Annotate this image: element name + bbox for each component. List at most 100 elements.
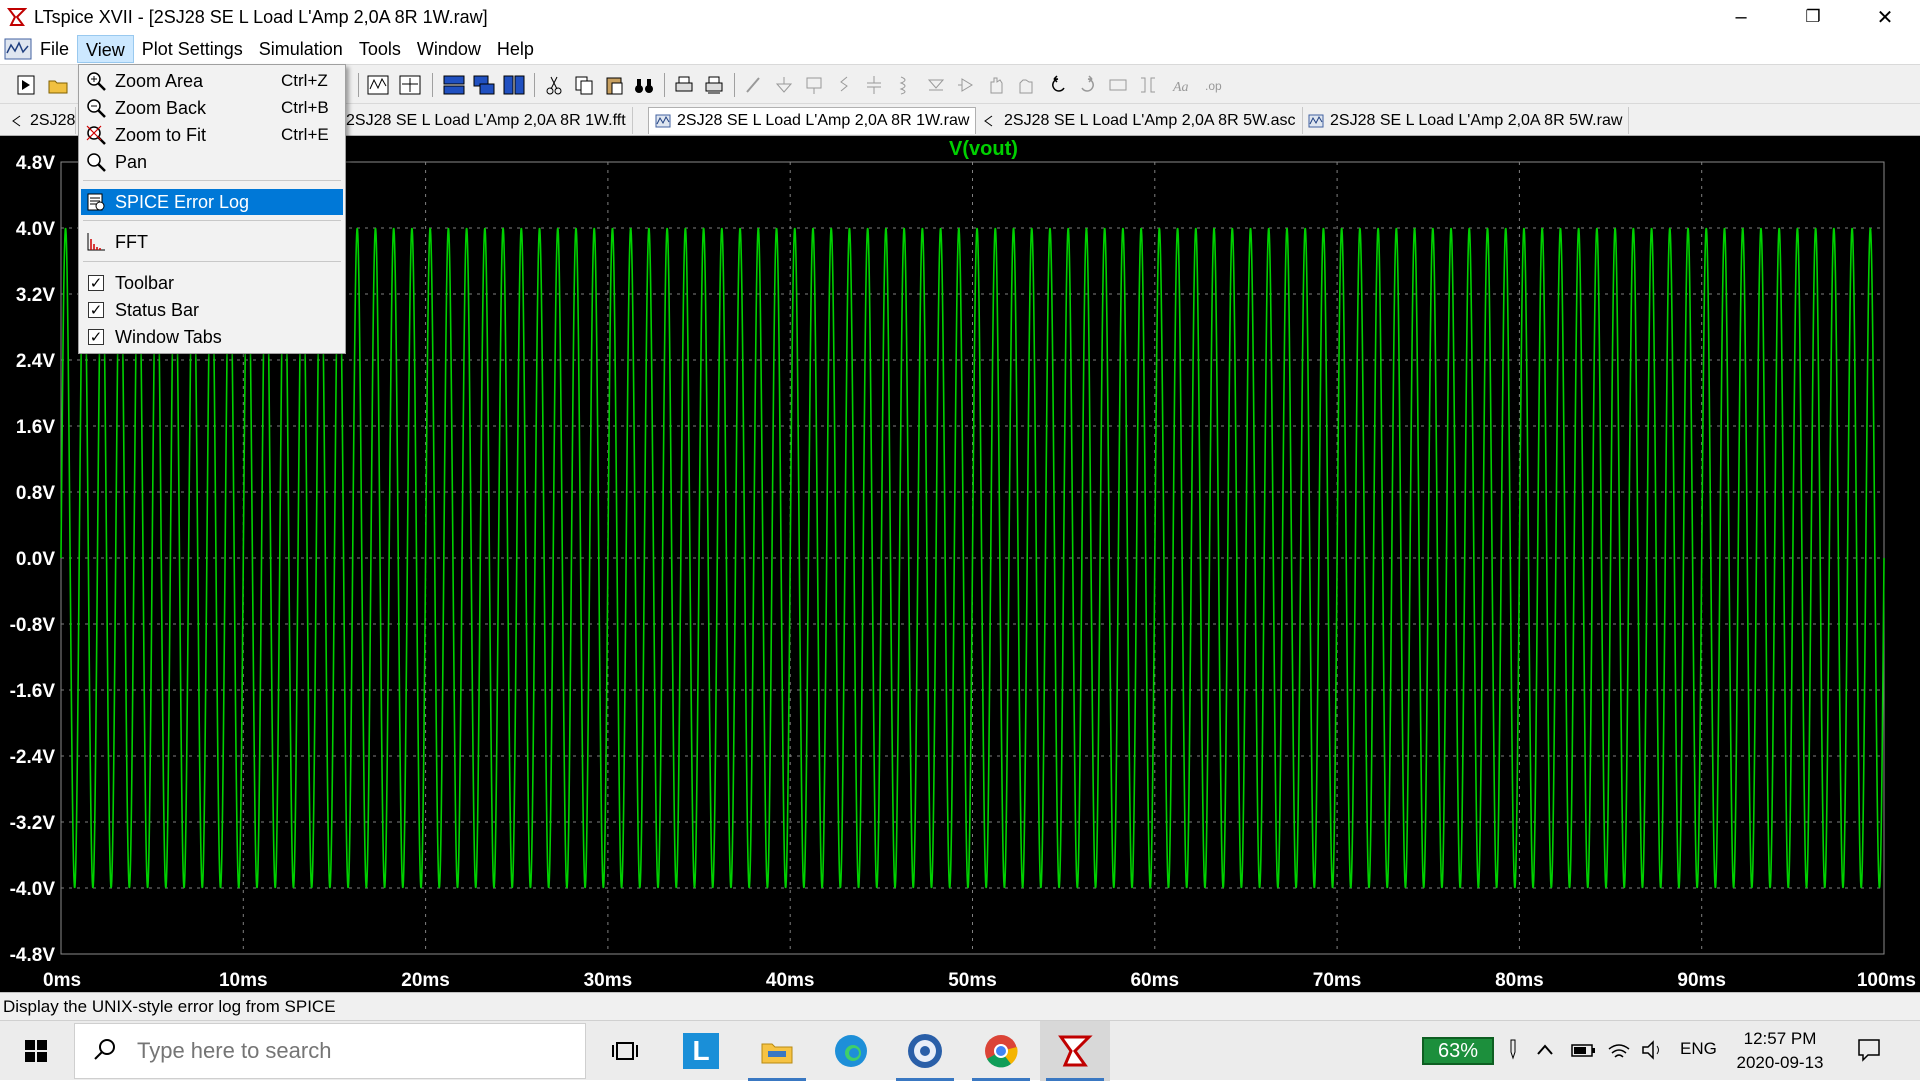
y-tick-label: -4.0V [10, 879, 56, 900]
autorange-icon[interactable] [364, 71, 392, 99]
drag-hand-icon [1012, 71, 1040, 99]
document-waveform-icon[interactable] [4, 37, 32, 61]
y-tick-label: 1.6V [16, 417, 55, 438]
y-tick-label: 0.8V [16, 483, 55, 504]
menu-item-spice-error-log[interactable]: SPICE Error Log [81, 189, 343, 215]
checkmark-icon: ✓ [88, 328, 104, 346]
taskbar-clock[interactable]: 12:57 PM 2020-09-13 [1720, 1027, 1840, 1075]
new-schematic-icon[interactable] [12, 71, 40, 99]
wifi-icon[interactable] [1604, 1035, 1634, 1065]
messenger-app-icon[interactable] [890, 1021, 960, 1081]
menu-tools[interactable]: Tools [351, 35, 409, 63]
ltspice-taskbar-icon[interactable] [1040, 1021, 1110, 1081]
find-binoculars-icon[interactable] [630, 71, 658, 99]
undo-icon[interactable] [1044, 71, 1072, 99]
menu-item-pan[interactable]: Pan [81, 149, 343, 175]
search-input[interactable] [137, 1038, 557, 1064]
x-tick-label: 40ms [766, 970, 815, 991]
y-tick-label: -2.4V [10, 747, 56, 768]
y-tick-label: 4.8V [16, 153, 55, 174]
menu-item-window-tabs[interactable]: ✓ Window Tabs [81, 324, 343, 350]
y-tick-label: 2.4V [16, 351, 55, 372]
tab-schematic[interactable]: 2SJ28 [4, 107, 76, 134]
cut-icon[interactable] [540, 71, 568, 99]
chrome-browser-icon[interactable] [966, 1021, 1036, 1081]
x-tick-label: 0ms [43, 970, 81, 991]
tile-vertical-icon[interactable] [500, 71, 528, 99]
x-tick-label: 90ms [1677, 970, 1726, 991]
taskbar-search[interactable] [74, 1023, 586, 1079]
edge-browser-icon[interactable] [816, 1021, 886, 1081]
file-explorer-icon[interactable] [742, 1021, 812, 1081]
zoom-back-icon [83, 96, 109, 120]
text-icon: Aa [1168, 71, 1196, 99]
chevron-up-icon[interactable] [1530, 1035, 1560, 1065]
notifications-icon[interactable] [1854, 1035, 1884, 1065]
y-tick-label: 4.0V [16, 219, 55, 240]
schematic-icon [10, 114, 24, 128]
capacitor-icon [860, 71, 888, 99]
close-button[interactable]: ✕ [1856, 0, 1914, 34]
x-tick-label: 80ms [1495, 970, 1544, 991]
title-bar: LTspice XVII - [2SJ28 SE L Load L'Amp 2,… [0, 0, 1920, 34]
view-menu-dropdown: Zoom Area Ctrl+Z Zoom Back Ctrl+B Zoom t… [78, 64, 346, 354]
menu-bar: File View Plot Settings Simulation Tools… [0, 34, 1920, 89]
task-view-icon[interactable] [590, 1021, 660, 1081]
tile-horizontal-icon[interactable] [440, 71, 468, 99]
move-hand-icon [982, 71, 1010, 99]
window-title: LTspice XVII - [2SJ28 SE L Load L'Amp 2,… [34, 6, 488, 27]
menu-window[interactable]: Window [409, 35, 489, 63]
pan-icon [83, 150, 109, 174]
menu-item-zoom-back[interactable]: Zoom Back Ctrl+B [81, 95, 343, 121]
tab-raw-1w[interactable]: 2SJ28 SE L Load L'Amp 2,0A 8R 1W.raw [648, 107, 977, 134]
checkmark-icon: ✓ [88, 274, 104, 292]
pen-icon[interactable] [1498, 1035, 1528, 1065]
svg-text:Aa: Aa [1172, 80, 1189, 95]
resistor-icon [830, 71, 858, 99]
label-net-icon [800, 71, 828, 99]
tab-raw-5w[interactable]: 2SJ28 SE L Load L'Amp 2,0A 8R 5W.raw [1302, 107, 1630, 134]
y-tick-label: 0.0V [16, 549, 55, 570]
draw-wire-icon [740, 71, 768, 99]
menu-simulation[interactable]: Simulation [251, 35, 351, 63]
paste-icon[interactable] [600, 71, 628, 99]
print-icon[interactable] [670, 71, 698, 99]
battery-icon[interactable] [1568, 1035, 1598, 1065]
menu-file[interactable]: File [32, 35, 77, 63]
redo-icon [1074, 71, 1102, 99]
start-button[interactable] [0, 1021, 72, 1081]
menu-item-zoom-to-fit[interactable]: Zoom to Fit Ctrl+E [81, 122, 343, 148]
menu-item-status-bar[interactable]: ✓ Status Bar [81, 297, 343, 323]
print-preview-icon[interactable] [700, 71, 728, 99]
cascade-windows-icon[interactable] [470, 71, 498, 99]
windows-logo-icon [25, 1040, 47, 1062]
copy-icon[interactable] [570, 71, 598, 99]
tab-asc-5w[interactable]: 2SJ28 SE L Load L'Amp 2,0A 8R 5W.asc [976, 107, 1303, 134]
menu-view[interactable]: View [77, 35, 134, 63]
y-tick-label: -3.2V [10, 813, 56, 834]
zoom-extents-icon[interactable] [396, 71, 424, 99]
menu-item-fft[interactable]: FFT [81, 229, 343, 255]
battery-percentage-badge[interactable]: 63% [1422, 1037, 1494, 1065]
x-tick-label: 70ms [1313, 970, 1362, 991]
tab-fft[interactable]: 2SJ28 SE L Load L'Amp 2,0A 8R 1W.fft [340, 107, 633, 134]
search-icon [93, 1037, 117, 1066]
y-tick-label: -4.8V [10, 945, 56, 966]
error-log-icon [83, 190, 109, 214]
inductor-icon [890, 71, 918, 99]
maximize-button[interactable]: ❐ [1784, 0, 1842, 34]
diode-icon [922, 71, 950, 99]
menu-item-zoom-area[interactable]: Zoom Area Ctrl+Z [81, 68, 343, 94]
l-app-icon[interactable]: L [666, 1021, 736, 1081]
fft-icon [83, 230, 109, 254]
menu-plot-settings[interactable]: Plot Settings [134, 35, 251, 63]
checkmark-icon: ✓ [88, 301, 104, 319]
ltspice-app-icon[interactable] [6, 6, 28, 28]
menu-item-toolbar[interactable]: ✓ Toolbar [81, 270, 343, 296]
volume-icon[interactable] [1638, 1035, 1668, 1065]
minimize-button[interactable]: – [1712, 0, 1770, 34]
open-folder-icon[interactable] [44, 71, 72, 99]
schematic-icon [982, 114, 998, 128]
input-language[interactable]: ENG [1680, 1039, 1717, 1059]
menu-help[interactable]: Help [489, 35, 542, 63]
